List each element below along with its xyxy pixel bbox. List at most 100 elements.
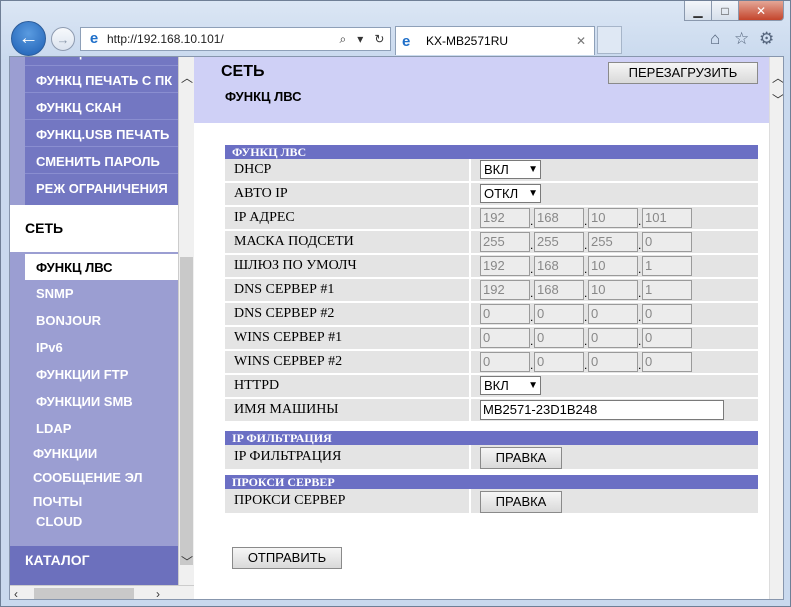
sidebar-hscroll-thumb[interactable] (34, 588, 134, 599)
httpd-select[interactable]: ВКЛ ▼ (480, 376, 541, 395)
dns2-octet-4[interactable]: 0 (642, 304, 692, 324)
dns1-octet-2[interactable]: 168 (534, 280, 584, 300)
close-window-button[interactable]: ✕ (738, 1, 784, 21)
sidebar-item-usb-print[interactable]: ФУНКЦ.USB ПЕЧАТЬ (25, 119, 178, 146)
ip-label: IP АДРЕС (225, 207, 471, 231)
favorites-star-icon[interactable]: ☆ (734, 29, 749, 49)
dns1-octet-4[interactable]: 1 (642, 280, 692, 300)
sidebar-item-email[interactable]: ФУНКЦИИ СООБЩЕНИЕ ЭЛ ПОЧТЫ (25, 442, 178, 514)
autoip-select[interactable]: ОТКЛ ▼ (480, 184, 541, 203)
sidebar-item-ftp[interactable]: ФУНКЦИИ FTP (25, 361, 178, 388)
sidebar-section-catalog[interactable]: КАТАЛОГ (10, 546, 178, 585)
back-button[interactable]: ← (11, 21, 46, 56)
scroll-up-icon[interactable]: ︿ (772, 69, 783, 86)
sidebar-item-snmp[interactable]: SNMP (25, 280, 178, 307)
hostname-input[interactable]: MB2571-23D1B248 (480, 400, 724, 420)
forward-button[interactable]: → (51, 27, 75, 51)
sidebar-section-network[interactable]: СЕТЬ (10, 205, 178, 252)
mask-octet-1[interactable]: 255 (480, 232, 530, 252)
ip-octet-3[interactable]: 10 (588, 208, 638, 228)
dns1-octet-3[interactable]: 10 (588, 280, 638, 300)
address-url: http://192.168.10.101/ (107, 32, 224, 46)
wins2-octet-1[interactable]: 0 (480, 352, 530, 372)
mask-octet-2[interactable]: 255 (534, 232, 584, 252)
scroll-down-icon[interactable]: ﹀ (181, 553, 193, 570)
settings-gear-icon[interactable]: ⚙ (759, 29, 774, 49)
octet-dot: . (638, 238, 642, 252)
scroll-up-icon[interactable]: ︿ (181, 69, 193, 86)
ip-octet-2[interactable]: 168 (534, 208, 584, 228)
wins1-octet-4[interactable]: 0 (642, 328, 692, 348)
address-bar[interactable]: e http://192.168.10.101/ ⌕ ▾ ↻ (80, 27, 391, 51)
restart-button[interactable]: ПЕРЕЗАГРУЗИТЬ (608, 62, 758, 84)
dns2-octet-2[interactable]: 0 (534, 304, 584, 324)
section-header-lan: ФУНКЦ ЛВС (225, 145, 758, 159)
refresh-icon[interactable]: ↻ (374, 32, 384, 47)
ip-octet-4[interactable]: 101 (642, 208, 692, 228)
gw-octet-3[interactable]: 10 (588, 256, 638, 276)
sidebar-item-restriction-mode[interactable]: РЕЖ ОГРАНИЧЕНИЯ (25, 173, 178, 205)
sidebar-item-smb[interactable]: ФУНКЦИИ SMB (25, 388, 178, 415)
gw-octet-1[interactable]: 192 (480, 256, 530, 276)
wins2-octet-3[interactable]: 0 (588, 352, 638, 372)
wins2-octet-2[interactable]: 0 (534, 352, 584, 372)
sidebar-item-ldap[interactable]: LDAP (25, 415, 178, 442)
submit-button[interactable]: ОТПРАВИТЬ (232, 547, 342, 569)
wins1-octet-3[interactable]: 0 (588, 328, 638, 348)
row-dns2: DNS СЕРВЕР #2 0. 0. 0. 0 (225, 303, 758, 327)
sidebar-item-copy[interactable]: ФУНКЦ КОПИ (25, 57, 178, 65)
sidebar-item-lan[interactable]: ФУНКЦ ЛВС (25, 254, 178, 281)
sidebar-horizontal-scrollbar[interactable]: ‹ › (10, 585, 194, 599)
page-subtitle: ФУНКЦ ЛВС (225, 89, 302, 104)
ipfilter-edit-button[interactable]: ПРАВКА (480, 447, 562, 469)
maximize-button[interactable]: □ (711, 1, 739, 21)
dns2-octet-3[interactable]: 0 (588, 304, 638, 324)
wins1-octet-1[interactable]: 0 (480, 328, 530, 348)
row-dns1: DNS СЕРВЕР #1 192. 168. 10. 1 (225, 279, 758, 303)
browser-tab[interactable]: e KX-MB2571RU ✕ (395, 26, 595, 55)
sidebar-item-pc-print[interactable]: ФУНКЦ ПЕЧАТЬ С ПК (25, 65, 178, 92)
row-dhcp: DHCP ВКЛ ▼ (225, 159, 758, 183)
main-vertical-scrollbar[interactable]: ︿ ﹀ (769, 57, 783, 599)
dns1-octet-1[interactable]: 192 (480, 280, 530, 300)
search-icon[interactable]: ⌕ (340, 32, 347, 47)
dropdown-icon[interactable]: ▾ (357, 32, 363, 47)
httpd-value: ВКЛ (484, 378, 509, 393)
ip-octet-1[interactable]: 192 (480, 208, 530, 228)
octet-dot: . (584, 334, 588, 348)
settings-table: ФУНКЦ ЛВС DHCP ВКЛ ▼ АВТО IP ОТКЛ ▼ IP АДР… (225, 145, 758, 515)
mask-octet-3[interactable]: 255 (588, 232, 638, 252)
sidebar-item-change-password[interactable]: СМЕНИТЬ ПАРОЛЬ (25, 146, 178, 173)
sidebar-scroll-thumb[interactable] (180, 257, 193, 565)
octet-dot: . (638, 214, 642, 228)
scroll-left-icon[interactable]: ‹ (14, 587, 18, 599)
proxy-edit-button[interactable]: ПРАВКА (480, 491, 562, 513)
row-httpd: HTTPD ВКЛ ▼ (225, 375, 758, 399)
new-tab-button[interactable] (597, 26, 622, 54)
mask-octet-4[interactable]: 0 (642, 232, 692, 252)
autoip-value: ОТКЛ (484, 186, 519, 201)
scroll-down-icon[interactable]: ﹀ (772, 91, 783, 108)
sidebar-vertical-scrollbar[interactable]: ︿ ﹀ (178, 57, 194, 585)
dns2-octet-1[interactable]: 0 (480, 304, 530, 324)
sidebar-item-cloud[interactable]: CLOUD (25, 508, 178, 535)
sidebar-item-scan[interactable]: ФУНКЦ СКАН (25, 92, 178, 119)
gw-octet-2[interactable]: 168 (534, 256, 584, 276)
wins1-octet-2[interactable]: 0 (534, 328, 584, 348)
row-ip: IP АДРЕС 192. 168. 10. 101 (225, 207, 758, 231)
wins2-octet-4[interactable]: 0 (642, 352, 692, 372)
octet-dot: . (530, 358, 534, 372)
gw-octet-4[interactable]: 1 (642, 256, 692, 276)
minimize-button[interactable]: ▁ (684, 1, 712, 21)
dhcp-select[interactable]: ВКЛ ▼ (480, 160, 541, 179)
row-wins1: WINS СЕРВЕР #1 0. 0. 0. 0 (225, 327, 758, 351)
octet-dot: . (584, 286, 588, 300)
dns1-label: DNS СЕРВЕР #1 (225, 279, 471, 303)
sidebar-item-bonjour[interactable]: BONJOUR (25, 307, 178, 334)
sidebar-item-ipv6[interactable]: IPv6 (25, 334, 178, 361)
home-icon[interactable]: ⌂ (710, 29, 720, 49)
octet-dot: . (638, 286, 642, 300)
scroll-right-icon[interactable]: › (156, 587, 160, 599)
chevron-down-icon: ▼ (528, 380, 538, 391)
close-tab-icon[interactable]: ✕ (576, 34, 594, 48)
